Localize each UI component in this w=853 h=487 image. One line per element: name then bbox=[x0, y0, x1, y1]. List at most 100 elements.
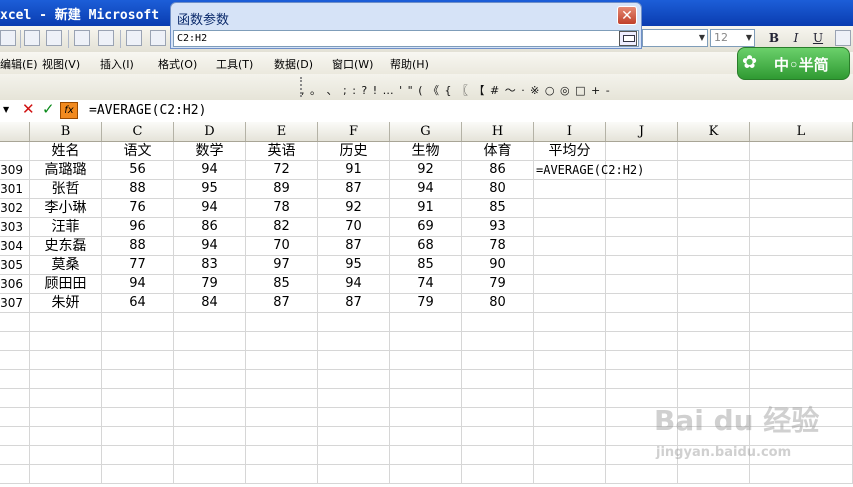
cell[interactable] bbox=[606, 351, 678, 369]
column-header-c[interactable]: C bbox=[102, 122, 174, 141]
cell[interactable] bbox=[246, 313, 318, 331]
row-header[interactable] bbox=[0, 408, 30, 426]
row-header[interactable] bbox=[0, 332, 30, 350]
cell[interactable] bbox=[390, 446, 462, 464]
font-name-select[interactable]: ▼ bbox=[642, 29, 708, 47]
cell[interactable] bbox=[174, 389, 246, 407]
average-cell[interactable]: =AVERAGE(C2:H2) bbox=[534, 161, 644, 179]
cell[interactable] bbox=[462, 313, 534, 331]
column-header-f[interactable]: F bbox=[318, 122, 390, 141]
cell[interactable] bbox=[246, 389, 318, 407]
cell[interactable] bbox=[750, 294, 853, 312]
collapse-dialog-icon[interactable] bbox=[619, 31, 637, 46]
cell[interactable] bbox=[102, 408, 174, 426]
name-cell[interactable]: 莫桑 bbox=[30, 256, 102, 274]
score-cell[interactable]: 97 bbox=[246, 256, 318, 274]
average-cell[interactable] bbox=[534, 218, 606, 236]
cell[interactable] bbox=[462, 427, 534, 445]
row-header[interactable]: 302 bbox=[0, 199, 30, 217]
score-cell[interactable]: 91 bbox=[390, 199, 462, 217]
column-header-i[interactable]: I bbox=[534, 122, 606, 141]
column-header-b[interactable]: B bbox=[30, 122, 102, 141]
score-cell[interactable]: 94 bbox=[390, 180, 462, 198]
cell[interactable] bbox=[318, 332, 390, 350]
column-header-h[interactable]: H bbox=[462, 122, 534, 141]
score-cell[interactable]: 89 bbox=[246, 180, 318, 198]
cell[interactable] bbox=[390, 370, 462, 388]
cell[interactable] bbox=[102, 465, 174, 483]
cell[interactable] bbox=[102, 427, 174, 445]
score-cell[interactable]: 87 bbox=[318, 180, 390, 198]
average-cell[interactable] bbox=[534, 294, 606, 312]
cell[interactable] bbox=[246, 351, 318, 369]
row-header[interactable]: 303 bbox=[0, 218, 30, 236]
cell[interactable] bbox=[30, 389, 102, 407]
cell[interactable] bbox=[534, 313, 606, 331]
cell[interactable] bbox=[390, 408, 462, 426]
row-header[interactable]: 305 bbox=[0, 256, 30, 274]
score-cell[interactable]: 92 bbox=[390, 161, 462, 179]
score-cell[interactable]: 96 bbox=[102, 218, 174, 236]
cell[interactable] bbox=[750, 256, 853, 274]
score-cell[interactable]: 92 bbox=[318, 199, 390, 217]
average-cell[interactable] bbox=[534, 237, 606, 255]
cell[interactable] bbox=[246, 332, 318, 350]
row-header[interactable] bbox=[0, 142, 30, 160]
score-cell[interactable]: 68 bbox=[390, 237, 462, 255]
cell[interactable] bbox=[102, 332, 174, 350]
score-cell[interactable]: 79 bbox=[174, 275, 246, 293]
cell[interactable] bbox=[534, 370, 606, 388]
score-cell[interactable]: 93 bbox=[462, 218, 534, 236]
cell[interactable] bbox=[750, 199, 853, 217]
cell[interactable] bbox=[102, 446, 174, 464]
cell[interactable] bbox=[390, 465, 462, 483]
cell[interactable] bbox=[390, 389, 462, 407]
score-cell[interactable]: 91 bbox=[318, 161, 390, 179]
score-cell[interactable]: 70 bbox=[318, 218, 390, 236]
score-cell[interactable]: 90 bbox=[462, 256, 534, 274]
cell[interactable] bbox=[678, 332, 750, 350]
cell[interactable] bbox=[606, 332, 678, 350]
column-title-cell[interactable]: 体育 bbox=[462, 142, 534, 160]
cell[interactable] bbox=[30, 370, 102, 388]
row-header[interactable]: 307 bbox=[0, 294, 30, 312]
score-cell[interactable]: 74 bbox=[390, 275, 462, 293]
score-cell[interactable]: 72 bbox=[246, 161, 318, 179]
cell[interactable] bbox=[678, 370, 750, 388]
cell[interactable] bbox=[678, 313, 750, 331]
cell[interactable] bbox=[102, 389, 174, 407]
row-header[interactable] bbox=[0, 465, 30, 483]
cell[interactable] bbox=[462, 465, 534, 483]
name-cell[interactable]: 高璐璐 bbox=[30, 161, 102, 179]
underline-button[interactable]: U bbox=[809, 29, 827, 47]
score-cell[interactable]: 85 bbox=[462, 199, 534, 217]
row-header[interactable]: 301 bbox=[0, 180, 30, 198]
enter-check-icon[interactable]: ✓ bbox=[42, 100, 55, 118]
cell[interactable] bbox=[750, 351, 853, 369]
cell[interactable] bbox=[678, 237, 750, 255]
score-cell[interactable]: 86 bbox=[462, 161, 534, 179]
column-title-cell[interactable]: 生物 bbox=[390, 142, 462, 160]
brand-logo[interactable]: ✿ 中◦半简 bbox=[737, 47, 850, 80]
name-box-dropdown-icon[interactable]: ▼ bbox=[3, 105, 9, 114]
cell[interactable] bbox=[678, 275, 750, 293]
cell[interactable] bbox=[606, 199, 678, 217]
cell[interactable] bbox=[462, 370, 534, 388]
cell[interactable] bbox=[678, 351, 750, 369]
bold-button[interactable]: B bbox=[765, 29, 783, 47]
copy-icon[interactable] bbox=[150, 30, 166, 46]
row-header[interactable]: 309 bbox=[0, 161, 30, 179]
score-cell[interactable]: 86 bbox=[174, 218, 246, 236]
cell[interactable] bbox=[174, 370, 246, 388]
cell[interactable] bbox=[30, 351, 102, 369]
column-header-k[interactable]: K bbox=[678, 122, 750, 141]
cell[interactable] bbox=[102, 351, 174, 369]
cell[interactable] bbox=[30, 313, 102, 331]
cell[interactable] bbox=[390, 313, 462, 331]
cell[interactable] bbox=[390, 351, 462, 369]
score-cell[interactable]: 94 bbox=[318, 275, 390, 293]
score-cell[interactable]: 88 bbox=[102, 237, 174, 255]
cell[interactable] bbox=[606, 180, 678, 198]
cancel-icon[interactable]: ✕ bbox=[22, 100, 35, 118]
cell[interactable] bbox=[462, 408, 534, 426]
